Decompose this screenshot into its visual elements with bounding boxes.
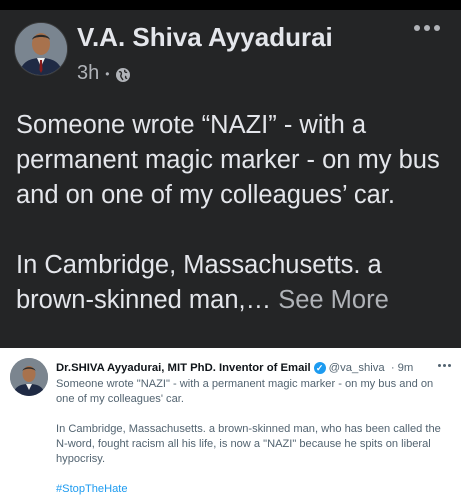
meta-separator: • (105, 66, 110, 81)
author-name[interactable]: V.A. Shiva Ayyadurai (77, 22, 333, 53)
tweet-time[interactable]: 9m (398, 362, 414, 374)
see-more-link[interactable]: See More (278, 286, 389, 314)
tweet-hashtag[interactable]: #StopTheHate (56, 482, 451, 497)
tweet-more-icon[interactable] (438, 364, 451, 367)
tweet-author-name[interactable]: Dr.SHIVA Ayyadurai, MIT PhD. Inventor of… (56, 362, 311, 374)
post-time[interactable]: 3h (77, 62, 99, 85)
author-avatar[interactable] (14, 22, 68, 76)
verified-badge-icon: ✓ (313, 362, 326, 375)
tweet-handle[interactable]: @va_shiva (329, 362, 385, 374)
tweet-paragraph-2: In Cambridge, Massachusetts. a brown-ski… (56, 423, 441, 465)
post-meta: 3h • (77, 62, 131, 85)
post-text: Someone wrote “NAZI” - with a permanent … (16, 108, 456, 318)
tweet-paragraph-1: Someone wrote "NAZI" - with a permanent … (56, 378, 434, 405)
top-bar (0, 0, 461, 10)
globe-icon (115, 66, 131, 82)
tweet-body: Someone wrote "NAZI" - with a permanent … (56, 377, 451, 497)
post-paragraph-1: Someone wrote “NAZI” - with a permanent … (16, 111, 440, 209)
tweet-avatar (10, 358, 48, 396)
tweet-header: Dr.SHIVA Ayyadurai, MIT PhD. Inventor of… (56, 362, 414, 375)
tweet-dot: · (390, 362, 395, 374)
more-options-icon[interactable] (414, 25, 440, 31)
post-paragraph-2: In Cambridge, Massachusetts. a brown-ski… (16, 248, 456, 318)
